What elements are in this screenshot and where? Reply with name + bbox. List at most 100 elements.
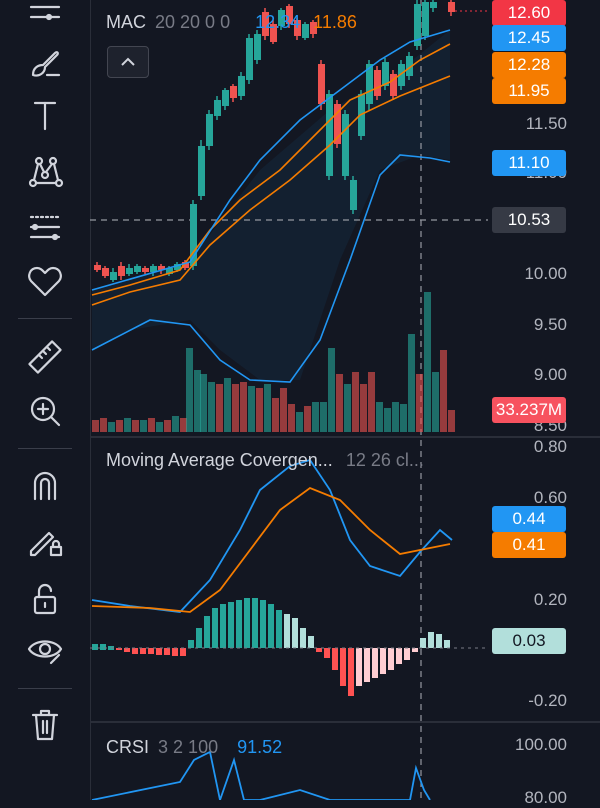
candle-body [102, 268, 109, 276]
candle-body [118, 266, 125, 276]
crosshair-price-tag: 10.53 [492, 207, 566, 233]
macd-legend: Moving Average Covergen... 12 26 cl... [106, 450, 424, 471]
candle-body [230, 86, 237, 98]
crsi-title: CRSI [106, 737, 150, 757]
macd-axis-label: 0.20 [533, 590, 567, 609]
ma-fast-tag: 12.28 [492, 52, 566, 78]
volume-bar [164, 420, 171, 432]
volume-bar [200, 374, 207, 432]
macd-histogram-bar [284, 614, 290, 648]
macd-histogram-bar [212, 608, 218, 648]
collapse-legend-button[interactable] [107, 46, 149, 78]
candle-body [94, 265, 101, 270]
candle-body [238, 76, 245, 96]
volume-bar [272, 398, 279, 432]
candle-body [350, 180, 357, 210]
macd-histogram-bar [428, 632, 434, 648]
macd-histogram-bar [132, 648, 138, 654]
macd-histogram-bar [372, 648, 378, 678]
volume-bar [116, 420, 123, 432]
volume-bar [296, 412, 303, 432]
macd-line [91, 458, 453, 613]
volume-bar [148, 418, 155, 432]
macd-histogram-bar [420, 638, 426, 648]
crsi-params: 3 2 100 [158, 737, 219, 757]
volume-bar [92, 420, 99, 432]
indicator-name: MAC [106, 12, 146, 32]
volume-bar [432, 372, 439, 432]
crsi-legend: CRSI 3 2 100 91.52 [106, 737, 282, 758]
volume-bar [280, 388, 287, 432]
macd-histogram-bar [404, 648, 410, 660]
volume-bar [172, 416, 179, 432]
candle-body [448, 2, 455, 12]
indicator-value-blue: 12.34 [255, 12, 301, 32]
macd-histogram-bar [268, 604, 274, 648]
candle-body [222, 90, 229, 106]
indicator-params: 20 20 0 0 [155, 12, 231, 32]
volume-bar [140, 420, 147, 432]
macd-histogram-bar [100, 644, 106, 650]
volume-bar [240, 382, 247, 432]
last-price-tag: 12.60 [492, 0, 566, 26]
macd-histogram-bar [204, 616, 210, 648]
volume-bar [368, 372, 375, 432]
volume-bar [408, 334, 415, 432]
candle-body [142, 268, 149, 272]
crsi-value: 91.52 [237, 737, 283, 757]
volume-bar [384, 408, 391, 432]
macd-histogram-bar [140, 648, 146, 654]
candle-body [430, 2, 437, 8]
macd-histogram-bar [252, 598, 258, 648]
volume-bar [180, 418, 187, 432]
volume-bar [132, 420, 139, 432]
volume-bar [344, 384, 351, 432]
macd-histogram-bar [124, 648, 130, 652]
macd-histogram-bar [164, 648, 170, 655]
candle-body [342, 114, 349, 176]
macd-histogram-bar [308, 636, 314, 648]
macd-histogram-bar [292, 618, 298, 648]
macd-histogram-bar [148, 648, 154, 654]
crsi-axis-label: 100.00 [515, 735, 567, 754]
macd-histogram-bar [332, 648, 338, 670]
volume-bar [392, 402, 399, 432]
macd-histogram-bar [412, 648, 418, 652]
volume-bar [352, 372, 359, 432]
price-axis-label: 10.00 [524, 264, 567, 283]
volume-bar [194, 370, 201, 432]
macd-histogram-bar [444, 640, 450, 648]
macd-histogram-bar [364, 648, 370, 682]
volume-bar [424, 292, 431, 432]
volume-bar [208, 382, 215, 432]
macd-histogram-bar [196, 628, 202, 648]
macd-histogram-bar [172, 648, 178, 656]
macd-histogram-bar [356, 648, 362, 686]
macd-histogram-bar [348, 648, 354, 696]
signal-line [91, 486, 451, 613]
crsi-line [91, 750, 431, 800]
volume-bar [186, 348, 193, 432]
candle-body [374, 70, 381, 96]
histogram-tag: 0.03 [492, 628, 566, 654]
price-axis-label: 9.50 [533, 315, 567, 334]
macd-axis-label: 0.60 [533, 488, 567, 507]
macd-histogram-bar [380, 648, 386, 674]
candle-body [198, 146, 205, 196]
volume-bar [256, 388, 263, 432]
volume-bar [216, 384, 223, 432]
candle-body [422, 2, 429, 36]
volume-bar [224, 378, 231, 432]
macd-histogram-bar [396, 648, 402, 664]
volume-bar [288, 404, 295, 432]
volume-bar [328, 348, 335, 432]
macd-title: Moving Average Covergen... [106, 450, 333, 470]
main-legend: MAC 20 20 0 0 12.34 11.86 [106, 12, 357, 33]
candle-body [206, 114, 213, 146]
volume-bar [416, 374, 423, 432]
candle-body [134, 266, 141, 272]
candle-body [326, 94, 333, 176]
volume-bar [440, 350, 447, 432]
chevron-up-icon [121, 57, 135, 66]
macd-histogram-bar [180, 648, 186, 656]
